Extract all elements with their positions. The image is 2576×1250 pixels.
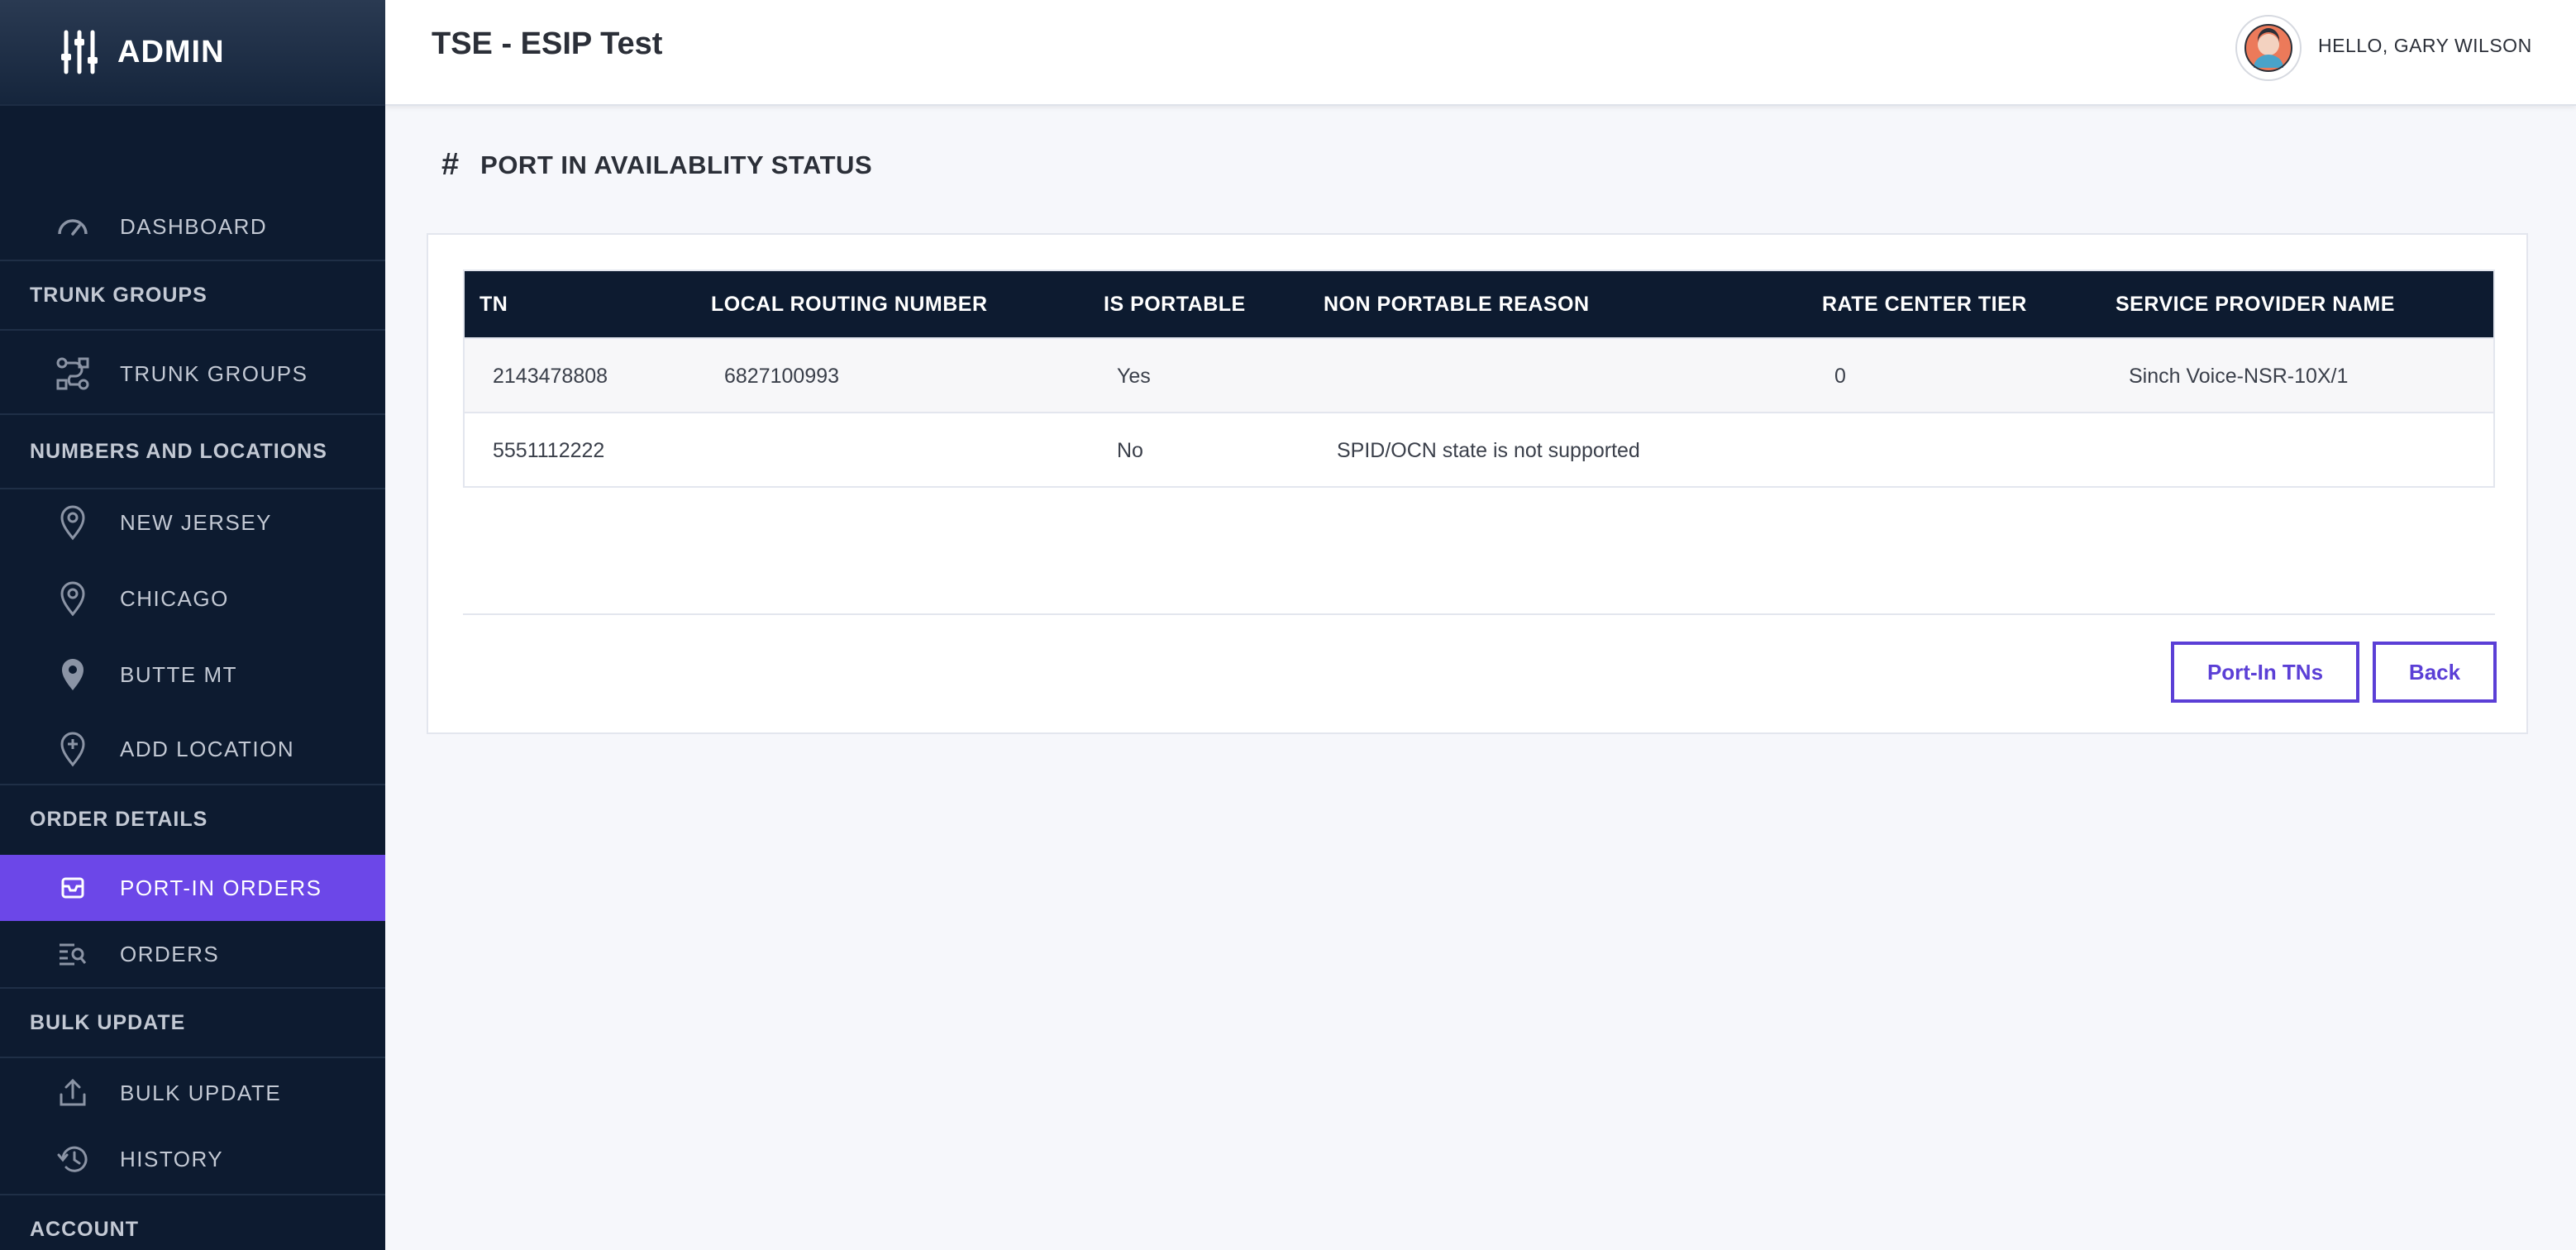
cell-non-portable-reason: SPID/OCN state is not supported bbox=[1337, 439, 1640, 462]
cell-service-provider-name: Sinch Voice-NSR-10X/1 bbox=[2129, 365, 2349, 388]
page-title: TSE - ESIP Test bbox=[432, 26, 663, 61]
column-header-is-portable: IS PORTABLE bbox=[1104, 293, 1246, 316]
list-search-icon bbox=[55, 936, 91, 972]
section-header-account: ACCOUNT bbox=[30, 1217, 139, 1241]
section-header-trunk-groups: TRUNK GROUPS bbox=[30, 283, 208, 307]
column-header-local-routing-number: LOCAL ROUTING NUMBER bbox=[711, 293, 988, 316]
availability-card: TN LOCAL ROUTING NUMBER IS PORTABLE NON … bbox=[427, 233, 2528, 734]
section-header-bulk-update: BULK UPDATE bbox=[30, 1010, 186, 1034]
location-pin-outline-icon bbox=[55, 580, 91, 617]
sidebar-item-new-jersey[interactable]: NEW JERSEY bbox=[0, 499, 385, 546]
brand[interactable]: ADMIN bbox=[0, 0, 385, 106]
table-row: 5551112222 No SPID/OCN state is not supp… bbox=[465, 412, 2493, 486]
sidebar-item-label: ADD LOCATION bbox=[120, 736, 295, 761]
cell-local-routing-number: 6827100993 bbox=[724, 365, 840, 388]
sliders-icon bbox=[61, 30, 98, 74]
sidebar-item-chicago[interactable]: CHICAGO bbox=[0, 575, 385, 622]
hash-icon: # bbox=[441, 147, 460, 182]
upload-icon bbox=[55, 1075, 91, 1111]
section-header-numbers-locations: NUMBERS AND LOCATIONS bbox=[30, 439, 327, 463]
sidebar-item-label: HISTORY bbox=[120, 1146, 224, 1171]
sidebar-item-label: DASHBOARD bbox=[120, 213, 268, 239]
sidebar-item-label: CHICAGO bbox=[120, 585, 229, 611]
sidebar-item-butte-mt[interactable]: BUTTE MT bbox=[0, 651, 385, 698]
cell-rate-center-tier: 0 bbox=[1834, 365, 1846, 388]
section-heading: # PORT IN AVAILABLITY STATUS bbox=[441, 147, 872, 183]
sidebar: ADMIN DASHBOARD TRUNK GROUPS TRUNK GROUP… bbox=[0, 0, 385, 1250]
location-pin-filled-icon bbox=[55, 656, 91, 693]
cell-tn: 2143478808 bbox=[493, 365, 608, 388]
divider bbox=[0, 1057, 385, 1058]
sidebar-item-history[interactable]: HISTORY bbox=[0, 1136, 385, 1182]
divider bbox=[0, 488, 385, 489]
cell-tn: 5551112222 bbox=[493, 439, 605, 462]
cell-is-portable: Yes bbox=[1117, 365, 1151, 388]
port-in-tns-button[interactable]: Port-In TNs bbox=[2171, 642, 2359, 703]
column-header-tn: TN bbox=[479, 293, 508, 316]
sidebar-item-label: BULK UPDATE bbox=[120, 1080, 282, 1105]
sidebar-item-dashboard[interactable]: DASHBOARD bbox=[0, 202, 385, 251]
back-button[interactable]: Back bbox=[2373, 642, 2497, 703]
divider bbox=[463, 613, 2495, 615]
table-row: 2143478808 6827100993 Yes 0 Sinch Voice-… bbox=[465, 337, 2493, 412]
user-avatar-icon bbox=[2244, 24, 2292, 72]
add-location-icon bbox=[55, 731, 91, 767]
sidebar-item-label: PORT-IN ORDERS bbox=[120, 875, 322, 900]
sidebar-item-trunk-groups[interactable]: TRUNK GROUPS bbox=[0, 351, 385, 397]
user-greeting[interactable]: HELLO, GARY WILSON bbox=[2318, 35, 2532, 57]
section-title: PORT IN AVAILABLITY STATUS bbox=[480, 150, 873, 179]
divider bbox=[0, 329, 385, 331]
avatar[interactable] bbox=[2235, 15, 2302, 81]
location-pin-outline-icon bbox=[55, 504, 91, 541]
sidebar-item-label: NEW JERSEY bbox=[120, 509, 273, 535]
sidebar-item-label: ORDERS bbox=[120, 941, 220, 966]
cell-is-portable: No bbox=[1117, 439, 1143, 462]
history-icon bbox=[55, 1141, 91, 1177]
column-header-rate-center-tier: RATE CENTER TIER bbox=[1822, 293, 2027, 316]
sidebar-item-add-location[interactable]: ADD LOCATION bbox=[0, 726, 385, 772]
sidebar-item-bulk-update[interactable]: BULK UPDATE bbox=[0, 1070, 385, 1116]
sidebar-item-orders[interactable]: ORDERS bbox=[0, 931, 385, 977]
column-header-non-portable-reason: NON PORTABLE REASON bbox=[1324, 293, 1590, 316]
section-header-order-details: ORDER DETAILS bbox=[30, 807, 208, 831]
sidebar-item-port-in-orders[interactable]: PORT-IN ORDERS bbox=[0, 855, 385, 921]
brand-name: ADMIN bbox=[117, 34, 225, 69]
sidebar-item-label: BUTTE MT bbox=[120, 661, 237, 687]
top-bar: TSE - ESIP Test HELLO, GARY WILSON bbox=[385, 0, 2576, 106]
speedometer-icon bbox=[55, 208, 91, 245]
route-icon bbox=[55, 355, 91, 392]
sidebar-item-label: TRUNK GROUPS bbox=[120, 360, 308, 386]
inbox-icon bbox=[55, 870, 91, 906]
table-header: TN LOCAL ROUTING NUMBER IS PORTABLE NON … bbox=[465, 271, 2493, 337]
availability-table: TN LOCAL ROUTING NUMBER IS PORTABLE NON … bbox=[463, 270, 2495, 488]
column-header-service-provider-name: SERVICE PROVIDER NAME bbox=[2116, 293, 2395, 316]
